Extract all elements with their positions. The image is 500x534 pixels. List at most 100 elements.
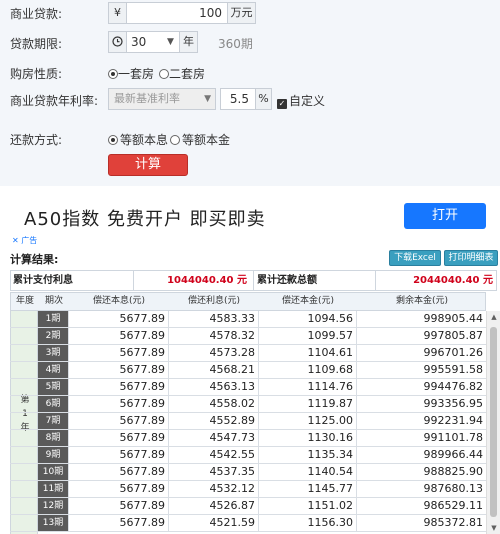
chevron-down-icon: ▼ — [204, 94, 211, 104]
interest-cell: 4578.32 — [168, 328, 258, 344]
remaining-cell: 987680.13 — [356, 481, 486, 497]
principal-cell: 1145.77 — [258, 481, 356, 497]
payment-cell: 5677.89 — [68, 396, 168, 412]
house-type-first-radio[interactable]: 一套房 — [108, 65, 154, 82]
remaining-cell: 998905.44 — [356, 311, 486, 327]
table-header: 年度 期次 偿还本息(元) 偿还利息(元) 偿还本金(元) 剩余本金(元) — [10, 292, 486, 311]
loan-amount-input[interactable]: 100 — [129, 3, 225, 23]
download-excel-button[interactable]: 下载Excel — [389, 250, 441, 266]
principal-cell: 1140.54 — [258, 464, 356, 480]
principal-cell: 1156.30 — [258, 515, 356, 531]
table-row: 8期 5677.89 4547.73 1130.16 991101.78 — [10, 430, 486, 447]
principal-cell: 1114.76 — [258, 379, 356, 395]
total-interest-value: 1044040.40 元 — [133, 271, 251, 290]
ad-open-button[interactable]: 打开 — [404, 203, 486, 229]
col-remaining: 剩余本金(元) — [395, 296, 449, 306]
period-cell: 13期 — [38, 515, 68, 531]
scroll-thumb[interactable] — [490, 327, 497, 517]
table-row: 11期 5677.89 4532.12 1145.77 987680.13 — [10, 481, 486, 498]
repay-equal-principal-radio[interactable]: 等额本金 — [170, 131, 230, 148]
period-cell: 9期 — [38, 447, 68, 463]
calculate-button[interactable]: 计算 — [108, 154, 188, 176]
loan-term-value: 30 — [131, 35, 147, 49]
chevron-down-icon: ▼ — [167, 37, 174, 47]
remaining-cell: 986529.11 — [356, 498, 486, 514]
period-cell: 10期 — [38, 464, 68, 480]
col-year: 年度 — [15, 296, 34, 306]
table-row: 5期 5677.89 4563.13 1114.76 994476.82 — [10, 379, 486, 396]
result-summary: 累计支付利息 1044040.40 元 累计还款总额 2044040.40 元 — [10, 270, 497, 291]
rate-label: 商业贷款年利率: — [10, 94, 99, 108]
ad-mark[interactable]: ✕ 广告 — [12, 235, 37, 246]
repay-equal-installment-radio[interactable]: 等额本息 — [108, 131, 168, 148]
total-interest-label: 累计支付利息 — [13, 275, 73, 286]
interest-cell: 4558.02 — [168, 396, 258, 412]
remaining-cell: 988825.90 — [356, 464, 486, 480]
payment-cell: 5677.89 — [68, 311, 168, 327]
principal-cell: 1125.00 — [258, 413, 356, 429]
remaining-cell: 991101.78 — [356, 430, 486, 446]
table-row: 13期 5677.89 4521.59 1156.30 985372.81 — [10, 515, 486, 532]
loan-form: 商业贷款: ¥ 100 万元 贷款期限: 30 ▼ 年 360期 购房性质: 一… — [0, 0, 500, 186]
clock-icon — [109, 32, 127, 52]
table-row: 2期 5677.89 4578.32 1099.57 997805.87 — [10, 328, 486, 345]
scroll-up-icon[interactable]: ▲ — [487, 312, 500, 322]
principal-cell: 1109.68 — [258, 362, 356, 378]
print-detail-button[interactable]: 打印明细表 — [444, 250, 498, 266]
remaining-cell: 996701.26 — [356, 345, 486, 361]
remaining-cell: 995591.58 — [356, 362, 486, 378]
interest-cell: 4521.59 — [168, 515, 258, 531]
close-icon[interactable]: ✕ — [12, 236, 19, 245]
total-months: 360期 — [218, 37, 253, 51]
interest-cell: 4583.33 — [168, 311, 258, 327]
principal-cell: 1119.87 — [258, 396, 356, 412]
repay-method-label: 还款方式: — [10, 133, 63, 147]
remaining-cell: 985372.81 — [356, 515, 486, 531]
table-row: 12期 5677.89 4526.87 1151.02 986529.11 — [10, 498, 486, 515]
period-cell: 5期 — [38, 379, 68, 395]
payment-cell: 5677.89 — [68, 362, 168, 378]
house-type-second-radio[interactable]: 二套房 — [159, 65, 205, 82]
remaining-cell: 997805.87 — [356, 328, 486, 344]
rate-type-select[interactable]: 最新基准利率 ▼ — [108, 88, 216, 110]
table-scrollbar[interactable]: ▲ ▼ — [486, 311, 500, 534]
interest-cell: 4532.12 — [168, 481, 258, 497]
table-row: 1期 5677.89 4583.33 1094.56 998905.44 — [10, 311, 486, 328]
payment-cell: 5677.89 — [68, 345, 168, 361]
principal-cell: 1135.34 — [258, 447, 356, 463]
table-row: 10期 5677.89 4537.35 1140.54 988825.90 — [10, 464, 486, 481]
table-row: 7期 5677.89 4552.89 1125.00 992231.94 — [10, 413, 486, 430]
rate-type-value: 最新基准利率 — [114, 92, 180, 105]
rate-input[interactable]: 5.5 — [221, 89, 253, 109]
remaining-cell: 992231.94 — [356, 413, 486, 429]
principal-cell: 1104.61 — [258, 345, 356, 361]
remaining-cell: 993356.95 — [356, 396, 486, 412]
period-cell: 2期 — [38, 328, 68, 344]
custom-rate-checkbox[interactable]: ✓ 自定义 — [277, 92, 325, 109]
col-principal: 偿还本金(元) — [281, 296, 335, 306]
radio-unchecked-icon — [159, 69, 169, 79]
radio-checked-icon — [108, 135, 118, 145]
ad-banner[interactable]: A50指数 免费开户 即买即卖 打开 — [10, 186, 500, 248]
interest-cell: 4552.89 — [168, 413, 258, 429]
period-cell: 6期 — [38, 396, 68, 412]
payment-cell: 5677.89 — [68, 515, 168, 531]
loan-amount-field[interactable]: ¥ 100 万元 — [108, 2, 256, 24]
checkbox-checked-icon: ✓ — [277, 99, 287, 109]
scroll-down-icon[interactable]: ▼ — [487, 523, 500, 533]
principal-cell: 1130.16 — [258, 430, 356, 446]
period-cell: 11期 — [38, 481, 68, 497]
interest-cell: 4568.21 — [168, 362, 258, 378]
payment-cell: 5677.89 — [68, 430, 168, 446]
remaining-cell: 994476.82 — [356, 379, 486, 395]
period-cell: 7期 — [38, 413, 68, 429]
table-row: 3期 5677.89 4573.28 1104.61 996701.26 — [10, 345, 486, 362]
loan-amount-label: 商业贷款: — [10, 7, 63, 21]
radio-checked-icon — [108, 69, 118, 79]
payment-cell: 5677.89 — [68, 464, 168, 480]
loan-term-select[interactable]: 30 ▼ 年 — [108, 31, 198, 53]
col-interest: 偿还利息(元) — [187, 296, 241, 306]
rate-field[interactable]: 5.5 % — [220, 88, 272, 110]
loan-term-label: 贷款期限: — [10, 37, 63, 51]
col-period: 期次 — [44, 296, 63, 306]
